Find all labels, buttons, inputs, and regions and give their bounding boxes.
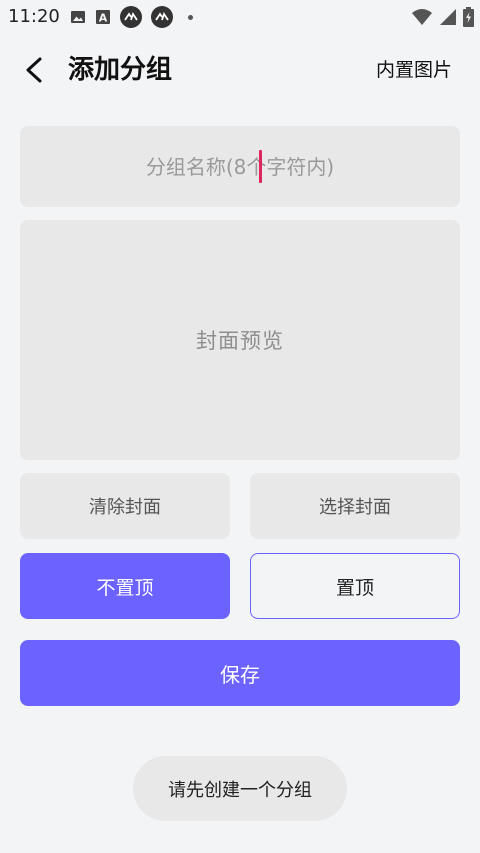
text-caret [259,150,262,183]
group-name-field[interactable] [20,126,460,207]
choose-cover-button[interactable]: 选择封面 [250,473,460,539]
font-a-icon: A [96,10,110,25]
not-pin-button[interactable]: 不置顶 [20,553,230,619]
cover-preview-label: 封面预览 [196,329,284,353]
system-icons [411,6,474,28]
status-time: 11:20 [8,6,60,27]
battery-icon [463,7,474,27]
dot-icon [188,14,193,20]
cast-icon [151,6,173,28]
toast-message: 请先创建一个分组 [133,756,347,821]
svg-text:A: A [99,12,108,25]
cover-preview: 封面预览 [20,220,460,460]
save-button[interactable]: 保存 [20,640,460,706]
notification-icons: A [70,6,193,28]
clear-cover-button[interactable]: 清除封面 [20,473,230,539]
app-header: 添加分组 内置图片 [0,44,480,96]
back-arrow-icon[interactable] [20,54,50,86]
pin-button[interactable]: 置顶 [250,553,460,619]
page-title: 添加分组 [68,55,173,85]
signal-icon [440,9,456,25]
wifi-icon [412,9,432,25]
builtin-images-button[interactable]: 内置图片 [376,56,452,84]
status-bar: 11:20 A [0,0,480,34]
cast-icon [120,6,142,28]
image-icon [71,11,85,23]
group-name-input[interactable] [20,153,460,180]
